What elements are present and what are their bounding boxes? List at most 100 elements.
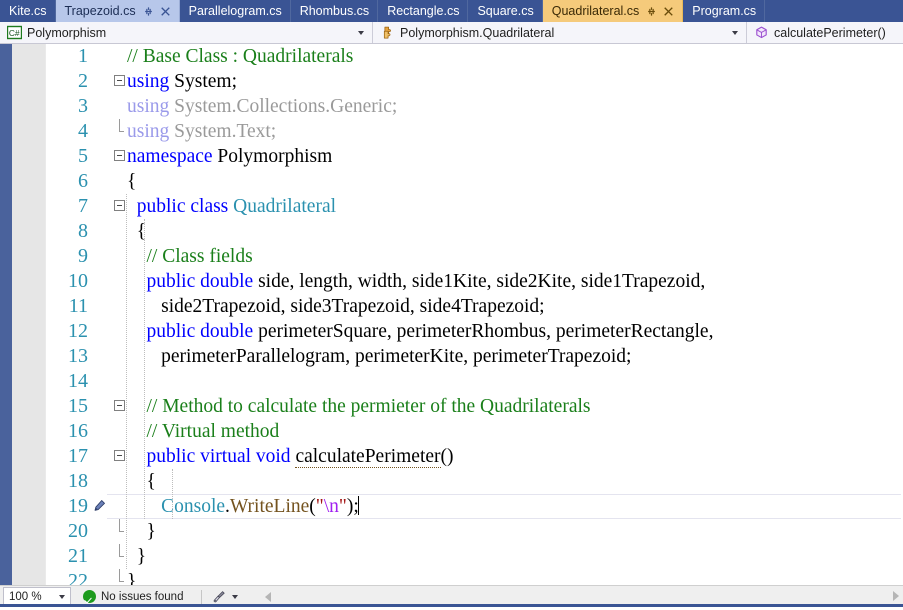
code-line-text[interactable]: public class Quadrilateral [127,194,903,219]
line-number: 10 [68,270,88,292]
collapse-toggle-icon[interactable] [114,400,125,411]
code-line[interactable]: 9 // Class fields [46,244,903,269]
code-line[interactable]: 16 // Virtual method [46,419,903,444]
method-icon [753,25,769,41]
member-dropdown-value: calculatePerimeter() [774,25,886,40]
editor-tab-parallelogram-cs[interactable]: Parallelogram.cs [179,0,291,22]
project-dropdown[interactable]: C# Polymorphism [0,22,373,43]
line-number: 8 [78,220,88,242]
code-line-text[interactable]: perimeterParallelogram, perimeterKite, p… [127,344,903,369]
code-line-text[interactable]: public double perimeterSquare, perimeter… [127,319,903,344]
code-line-text[interactable]: // Base Class : Quadrilaterals [127,44,903,69]
broom-icon[interactable] [211,589,227,605]
editor-indicator-margin[interactable] [12,44,46,585]
code-line-text[interactable]: using System.Collections.Generic; [127,94,903,119]
member-dropdown[interactable]: calculatePerimeter() [747,22,903,43]
editor-tab-trapezoid-cs[interactable]: Trapezoid.cs [55,0,180,22]
code-line[interactable]: 17 public virtual void calculatePerimete… [46,444,903,469]
collapse-toggle-icon[interactable] [114,75,125,86]
svg-text:C#: C# [8,28,19,38]
code-line-text[interactable]: Console.WriteLine("\n"); [127,494,903,519]
code-line[interactable]: 12 public double perimeterSquare, perime… [46,319,903,344]
code-line-text[interactable]: } [127,519,903,544]
code-line-text[interactable]: using System.Text; [127,119,903,144]
tab-label: Program.cs [692,4,757,18]
code-line-text[interactable]: // Method to calculate the permieter of … [127,394,903,419]
editor-left-band [0,44,12,585]
code-line[interactable]: 22} [46,569,903,585]
editor-tab-rectangle-cs[interactable]: Rectangle.cs [378,0,469,22]
pin-icon[interactable] [646,6,657,17]
issues-status-label: No issues found [101,590,184,603]
code-line-text[interactable]: { [127,469,903,494]
line-number: 18 [68,470,88,492]
code-line[interactable]: 1 // Base Class : Quadrilaterals [46,44,903,69]
chevron-down-icon[interactable] [54,594,70,599]
close-icon[interactable] [663,6,674,17]
code-line-text[interactable]: { [127,219,903,244]
check-circle-icon [83,590,96,603]
code-line[interactable]: 21 } [46,544,903,569]
code-line-text[interactable]: } [127,544,903,569]
code-line[interactable]: 4 using System.Text; [46,119,903,144]
type-dropdown-value: Polymorphism.Quadrilateral [400,25,555,40]
code-editor[interactable]: 1 // Base Class : Quadrilaterals 2 using Sy… [0,44,903,585]
editor-tab-square-cs[interactable]: Square.cs [468,0,543,22]
code-line-text[interactable]: public double side, length, width, side1… [127,269,903,294]
code-line[interactable]: 10 public double side, length, width, si… [46,269,903,294]
text-caret [357,496,359,515]
code-line-text[interactable]: { [127,169,903,194]
broom-chevron-down-icon[interactable] [227,594,243,599]
editor-tab-quadrilateral-cs[interactable]: Quadrilateral.cs [542,0,684,22]
tab-label: Parallelogram.cs [188,4,282,18]
code-line[interactable]: 18 { [46,469,903,494]
close-icon[interactable] [160,6,171,17]
line-number: 7 [78,195,88,217]
line-number: 3 [78,95,88,117]
editor-tab-kite-cs[interactable]: Kite.cs [0,0,56,22]
pin-icon[interactable] [143,6,154,17]
code-line[interactable]: 7 public class Quadrilateral [46,194,903,219]
code-line[interactable]: 13 perimeterParallelogram, perimeterKite… [46,344,903,369]
line-number: 12 [68,320,88,342]
type-dropdown[interactable]: Polymorphism.Quadrilateral [373,22,747,43]
line-number: 17 [68,445,88,467]
issues-status[interactable]: No issues found [83,590,183,603]
code-line[interactable]: 8 { [46,219,903,244]
tab-icon-group [143,6,171,17]
csharp-project-icon: C# [6,25,22,41]
chevron-down-icon[interactable] [353,30,369,35]
code-line[interactable]: 3 using System.Collections.Generic; [46,94,903,119]
code-line-text[interactable]: // Class fields [127,244,903,269]
editor-tab-rhombus-cs[interactable]: Rhombus.cs [290,0,379,22]
outline-end-tick [119,556,124,557]
code-line-text[interactable]: // Virtual method [127,419,903,444]
code-line[interactable]: 19 Console.WriteLine("\n"); [46,494,903,519]
collapse-toggle-icon[interactable] [114,450,125,461]
line-number: 16 [68,420,88,442]
tab-label: Kite.cs [9,4,47,18]
editor-tab-program-cs[interactable]: Program.cs [683,0,766,22]
code-line-text[interactable]: using System; [127,69,903,94]
line-number: 20 [68,520,88,542]
code-line[interactable]: 2 using System; [46,69,903,94]
code-line-text[interactable]: namespace Polymorphism [127,144,903,169]
code-line-text[interactable]: } [127,569,903,585]
collapse-toggle-icon[interactable] [114,150,125,161]
class-icon [379,25,395,41]
code-text-area[interactable]: 1 // Base Class : Quadrilaterals 2 using Sy… [46,44,903,585]
code-line[interactable]: 11 side2Trapezoid, side3Trapezoid, side4… [46,294,903,319]
code-line[interactable]: 5 namespace Polymorphism [46,144,903,169]
scroll-left-arrow-icon[interactable] [265,591,272,602]
line-number: 21 [68,545,88,567]
scroll-right-arrow-icon[interactable] [893,591,899,601]
code-line[interactable]: 15 // Method to calculate the permieter … [46,394,903,419]
code-line[interactable]: 6{ [46,169,903,194]
code-line[interactable]: 14 [46,369,903,394]
collapse-toggle-icon[interactable] [114,200,125,211]
code-line[interactable]: 20 } [46,519,903,544]
code-line-text[interactable]: public virtual void calculatePerimeter() [127,444,903,469]
chevron-down-icon[interactable] [727,30,743,35]
code-line-text[interactable]: side2Trapezoid, side3Trapezoid, side4Tra… [127,294,903,319]
line-number: 22 [68,570,88,585]
